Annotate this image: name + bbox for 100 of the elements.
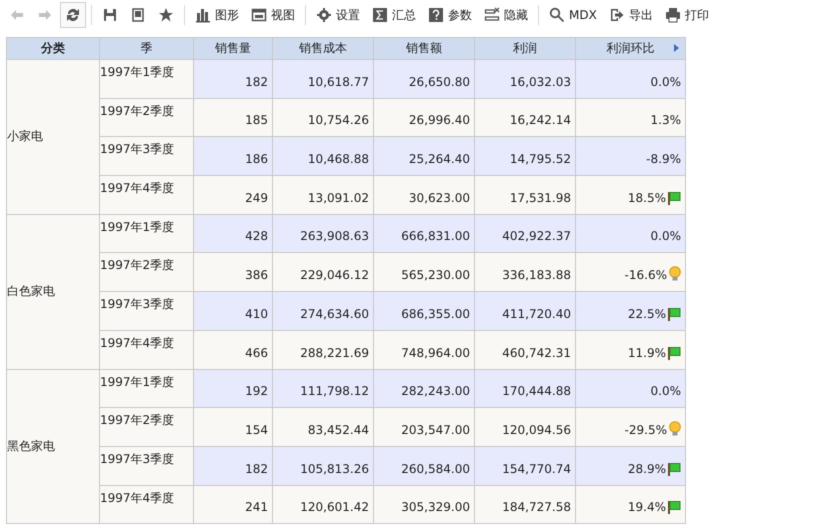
export-icon [608,7,625,23]
table-cell: 666,831.00 [374,214,475,254]
table-cell: 192 [194,370,273,408]
forward-arrow-icon [37,7,53,23]
printer-icon [664,7,681,23]
light-bulb-icon [669,420,681,437]
quarter-cell: 1997年3季度 [100,137,194,176]
table-cell: 260,584.00 [374,446,475,486]
hide-button[interactable]: 隐藏 [479,2,533,28]
refresh-icon [65,7,81,23]
chart-button[interactable]: 图形 [190,2,244,28]
table-cell: 16,242.14 [475,98,576,138]
column-header: 季 [100,38,194,60]
quarter-cell: 1997年4季度 [100,486,194,524]
export-button[interactable]: 导出 [604,2,658,28]
table-cell: 17,531.98 [475,176,576,215]
view-button[interactable]: 视图 [246,2,300,28]
table-cell: 0.0% [576,214,686,254]
table-cell: 154,770.74 [475,446,576,486]
table-cell: 185 [194,98,273,138]
table-cell: 154 [194,408,273,447]
table-cell: 411,720.40 [475,292,576,331]
table-cell: 0.0% [576,370,686,408]
category-cell: 黑色家电 [7,370,100,524]
flag-icon [668,501,681,514]
table-cell: 1.3% [576,98,686,138]
table-cell: 16,032.03 [475,60,576,99]
category-cell: 小家电 [7,60,100,215]
table-cell: -29.5% [576,408,686,447]
column-header: 分类 [7,38,100,60]
quarter-cell: 1997年4季度 [100,176,194,215]
table-cell: 22.5% [576,292,686,331]
table-cell: 305,329.00 [374,486,475,524]
column-header: 销售成本 [273,38,374,60]
table-cell: 170,444.88 [475,370,576,408]
table-cell: -16.6% [576,253,686,292]
table-cell: 11.9% [576,330,686,370]
table-cell: 274,634.60 [273,292,374,331]
table-cell: 18.5% [576,176,686,215]
quarter-cell: 1997年1季度 [100,214,194,254]
table-cell: 203,547.00 [374,408,475,447]
hide-rows-icon [484,7,500,23]
refresh-button[interactable] [60,2,86,28]
table-cell: 10,468.88 [273,137,374,176]
table-cell: 28.9% [576,446,686,486]
flag-icon [668,192,681,205]
table-cell: 19.4% [576,486,686,524]
parameters-button[interactable]: 参数 [423,2,477,28]
sigma-icon [372,7,388,23]
bar-chart-icon [195,7,211,23]
category-cell: 白色家电 [7,214,100,370]
flag-icon [668,308,681,321]
quarter-cell: 1997年1季度 [100,370,194,408]
table-cell: 184,727.58 [475,486,576,524]
flag-icon [668,346,681,360]
table-cell: 30,623.00 [374,176,475,215]
quarter-cell: 1997年3季度 [100,292,194,331]
quarter-cell: 1997年1季度 [100,60,194,99]
table-cell: 14,795.52 [475,137,576,176]
table-cell: 26,650.80 [374,60,475,99]
table-cell: 10,754.26 [273,98,374,138]
table-cell: 186 [194,137,273,176]
document-icon [130,7,146,23]
column-header: 销售额 [374,38,475,60]
quarter-cell: 1997年2季度 [100,98,194,138]
table-cell: 466 [194,330,273,370]
column-header: 利润环比 [576,38,686,60]
quarter-cell: 1997年2季度 [100,408,194,447]
table-cell: 26,996.40 [374,98,475,138]
summary-button[interactable]: 汇总 [367,2,421,28]
table-cell: 402,922.37 [475,214,576,254]
print-button[interactable]: 打印 [660,2,714,28]
question-mark-icon [428,7,444,23]
quarter-cell: 1997年2季度 [100,253,194,292]
table-cell: 0.0% [576,60,686,99]
table-cell: 241 [194,486,273,524]
table-cell: 83,452.44 [273,408,374,447]
mdx-button[interactable]: MDX [544,2,602,28]
table-cell: 460,742.31 [475,330,576,370]
table-cell: 13,091.02 [273,176,374,215]
column-header: 销售量 [194,38,273,60]
table-cell: 410 [194,292,273,331]
expand-arrow-icon[interactable] [674,44,679,52]
table-cell: 120,601.42 [273,486,374,524]
table-cell: 282,243.00 [374,370,475,408]
table-cell: 263,908.63 [273,214,374,254]
table-cell: 386 [194,253,273,292]
table-cell: 111,798.12 [273,370,374,408]
settings-button[interactable]: 设置 [311,2,365,28]
table-cell: 25,264.40 [374,137,475,176]
table-cell: 229,046.12 [273,253,374,292]
quarter-cell: 1997年3季度 [100,446,194,486]
table-cell: 336,183.88 [475,253,576,292]
table-cell: -8.9% [576,137,686,176]
search-icon [549,7,565,23]
table-cell: 565,230.00 [374,253,475,292]
table-cell: 428 [194,214,273,254]
table-cell: 120,094.56 [475,408,576,447]
table-cell: 182 [194,60,273,99]
table-cell: 288,221.69 [273,330,374,370]
